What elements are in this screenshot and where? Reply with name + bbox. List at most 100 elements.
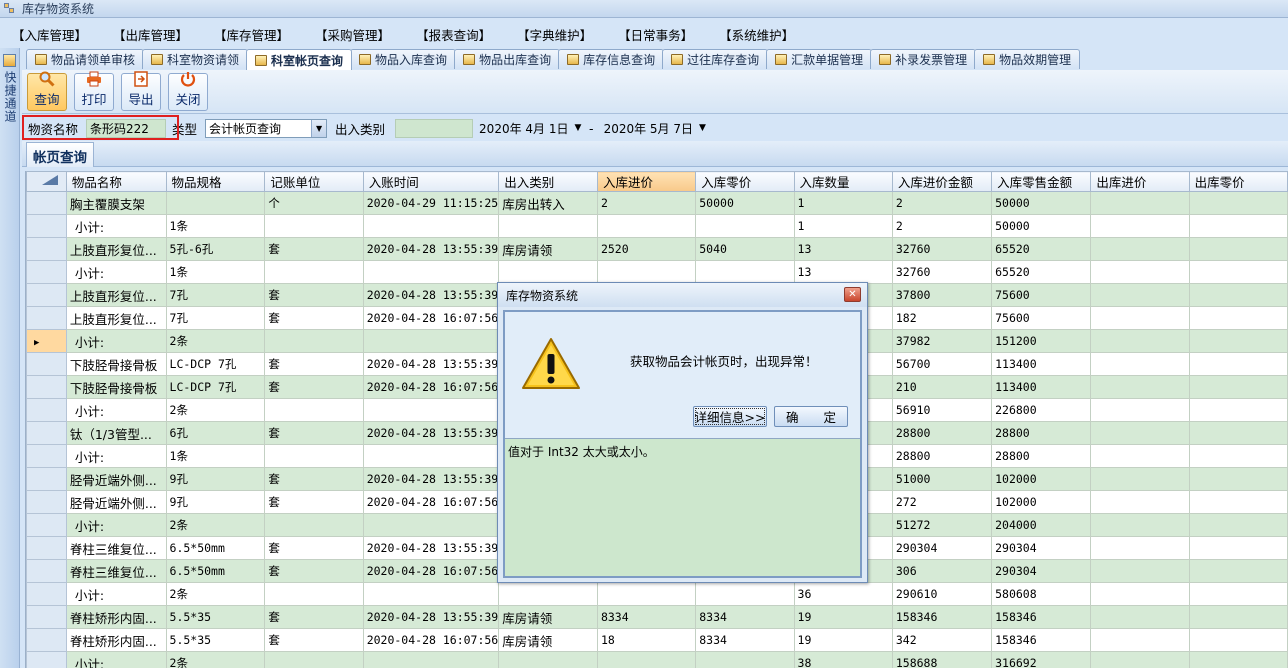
table-cell[interactable] xyxy=(1188,352,1288,376)
table-cell[interactable] xyxy=(1188,513,1288,537)
table-cell[interactable]: 32760 xyxy=(891,260,993,284)
table-cell[interactable] xyxy=(1188,536,1288,560)
table-cell[interactable]: 19 xyxy=(793,628,893,652)
table-cell[interactable]: 9孔 xyxy=(165,490,266,514)
table-cell[interactable] xyxy=(1188,306,1288,330)
table-cell[interactable]: 8334 xyxy=(695,605,795,629)
chevron-down-icon[interactable]: ▼ xyxy=(575,123,582,133)
table-cell[interactable] xyxy=(1090,214,1190,238)
menu-item[interactable]: 【报表查询】 xyxy=(416,25,491,44)
tab-item[interactable]: 汇款单据管理 xyxy=(766,49,873,69)
tab-item[interactable]: 科室物资请领 xyxy=(142,49,249,69)
row-header[interactable] xyxy=(26,490,67,514)
table-cell[interactable] xyxy=(362,651,500,668)
table-cell[interactable]: 13 xyxy=(793,260,893,284)
table-cell[interactable]: 37800 xyxy=(891,283,993,307)
table-cell[interactable]: 1条 xyxy=(165,214,266,238)
table-cell[interactable]: 204000 xyxy=(991,513,1092,537)
table-cell[interactable] xyxy=(1090,628,1190,652)
column-header[interactable]: 入库零售金额 xyxy=(991,171,1092,192)
table-cell[interactable]: 56700 xyxy=(891,352,993,376)
table-cell[interactable]: 2020-04-28 13:55:39 xyxy=(362,467,500,491)
table-cell[interactable] xyxy=(1090,237,1190,261)
table-cell[interactable]: 小计: xyxy=(65,398,167,422)
table-row[interactable]: 脊柱矫形内固... 5.5*35 套 2020-04-28 13:55:39 库房请领 8… xyxy=(26,605,1288,629)
table-cell[interactable] xyxy=(1188,490,1288,514)
table-cell[interactable] xyxy=(1188,559,1288,583)
table-cell[interactable]: 75600 xyxy=(991,306,1092,330)
table-cell[interactable] xyxy=(695,582,795,606)
table-cell[interactable]: 28800 xyxy=(991,444,1092,468)
table-cell[interactable]: 51000 xyxy=(891,467,993,491)
table-cell[interactable] xyxy=(498,214,598,238)
table-cell[interactable] xyxy=(1188,375,1288,399)
table-cell[interactable]: 272 xyxy=(891,490,993,514)
table-cell[interactable] xyxy=(498,651,598,668)
table-cell[interactable]: 2条 xyxy=(165,513,266,537)
table-cell[interactable]: 套 xyxy=(264,306,364,330)
table-row[interactable]: 小计: 1条 1 2 50000 xyxy=(26,214,1288,238)
io-type-input[interactable] xyxy=(395,118,474,138)
table-cell[interactable] xyxy=(1188,444,1288,468)
column-header[interactable]: 入账时间 xyxy=(362,171,500,192)
table-cell[interactable]: 2020-04-28 16:07:56 xyxy=(362,375,500,399)
row-header[interactable] xyxy=(26,651,67,668)
table-cell[interactable]: 32760 xyxy=(891,237,993,261)
query-button[interactable]: 查询 xyxy=(27,71,67,111)
details-button[interactable]: 详细信息>> xyxy=(693,406,767,427)
tab-item[interactable]: 过往库存查询 xyxy=(662,49,769,69)
table-cell[interactable]: 8334 xyxy=(596,605,697,629)
row-header[interactable] xyxy=(26,375,67,399)
table-cell[interactable] xyxy=(264,651,364,668)
table-cell[interactable] xyxy=(1188,283,1288,307)
table-cell[interactable]: 9孔 xyxy=(165,467,266,491)
chevron-down-icon[interactable]: ▼ xyxy=(699,123,706,133)
table-cell[interactable] xyxy=(498,260,598,284)
table-cell[interactable] xyxy=(1090,582,1190,606)
table-cell[interactable]: 50000 xyxy=(695,191,795,215)
table-cell[interactable]: 316692 xyxy=(991,651,1092,668)
table-cell[interactable]: 102000 xyxy=(991,490,1092,514)
table-cell[interactable]: LC-DCP 7孔 xyxy=(165,352,266,376)
table-cell[interactable]: 158688 xyxy=(891,651,993,668)
menu-item[interactable]: 【入库管理】 xyxy=(12,25,87,44)
table-cell[interactable]: 65520 xyxy=(991,237,1092,261)
table-cell[interactable] xyxy=(362,329,500,353)
close-button[interactable]: 关闭 xyxy=(168,71,208,111)
table-cell[interactable]: 7孔 xyxy=(165,306,266,330)
table-cell[interactable]: 库房请领 xyxy=(498,628,598,652)
table-cell[interactable] xyxy=(1188,329,1288,353)
table-cell[interactable] xyxy=(1188,191,1288,215)
table-cell[interactable] xyxy=(1188,237,1288,261)
table-cell[interactable] xyxy=(1090,191,1190,215)
table-cell[interactable] xyxy=(1090,352,1190,376)
column-header[interactable]: 出库进价 xyxy=(1090,171,1190,192)
table-cell[interactable] xyxy=(1090,260,1190,284)
table-cell[interactable]: 50000 xyxy=(991,214,1092,238)
table-cell[interactable]: 库房出转入 xyxy=(498,191,598,215)
row-header[interactable] xyxy=(26,513,67,537)
table-cell[interactable]: 290304 xyxy=(991,536,1092,560)
row-header[interactable] xyxy=(26,214,67,238)
row-header[interactable] xyxy=(26,237,67,261)
table-cell[interactable]: 2020-04-28 16:07:56 xyxy=(362,306,500,330)
table-cell[interactable]: 套 xyxy=(264,421,364,445)
table-cell[interactable]: LC-DCP 7孔 xyxy=(165,375,266,399)
table-cell[interactable] xyxy=(1090,329,1190,353)
table-cell[interactable] xyxy=(264,214,364,238)
table-cell[interactable] xyxy=(1090,490,1190,514)
table-cell[interactable] xyxy=(362,582,500,606)
table-cell[interactable]: 158346 xyxy=(991,605,1092,629)
table-cell[interactable]: 342 xyxy=(891,628,993,652)
table-cell[interactable]: 2条 xyxy=(165,398,266,422)
table-cell[interactable]: 2条 xyxy=(165,329,266,353)
table-cell[interactable]: 113400 xyxy=(991,352,1092,376)
table-cell[interactable]: 6.5*50mm xyxy=(165,536,266,560)
row-header[interactable] xyxy=(26,444,67,468)
column-header[interactable]: 物品名称 xyxy=(65,171,167,192)
table-cell[interactable]: 1 xyxy=(793,191,893,215)
table-cell[interactable]: 6.5*50mm xyxy=(165,559,266,583)
column-header[interactable]: 出入类别 xyxy=(498,171,598,192)
menu-item[interactable]: 【日常事务】 xyxy=(618,25,693,44)
row-header[interactable] xyxy=(26,352,67,376)
